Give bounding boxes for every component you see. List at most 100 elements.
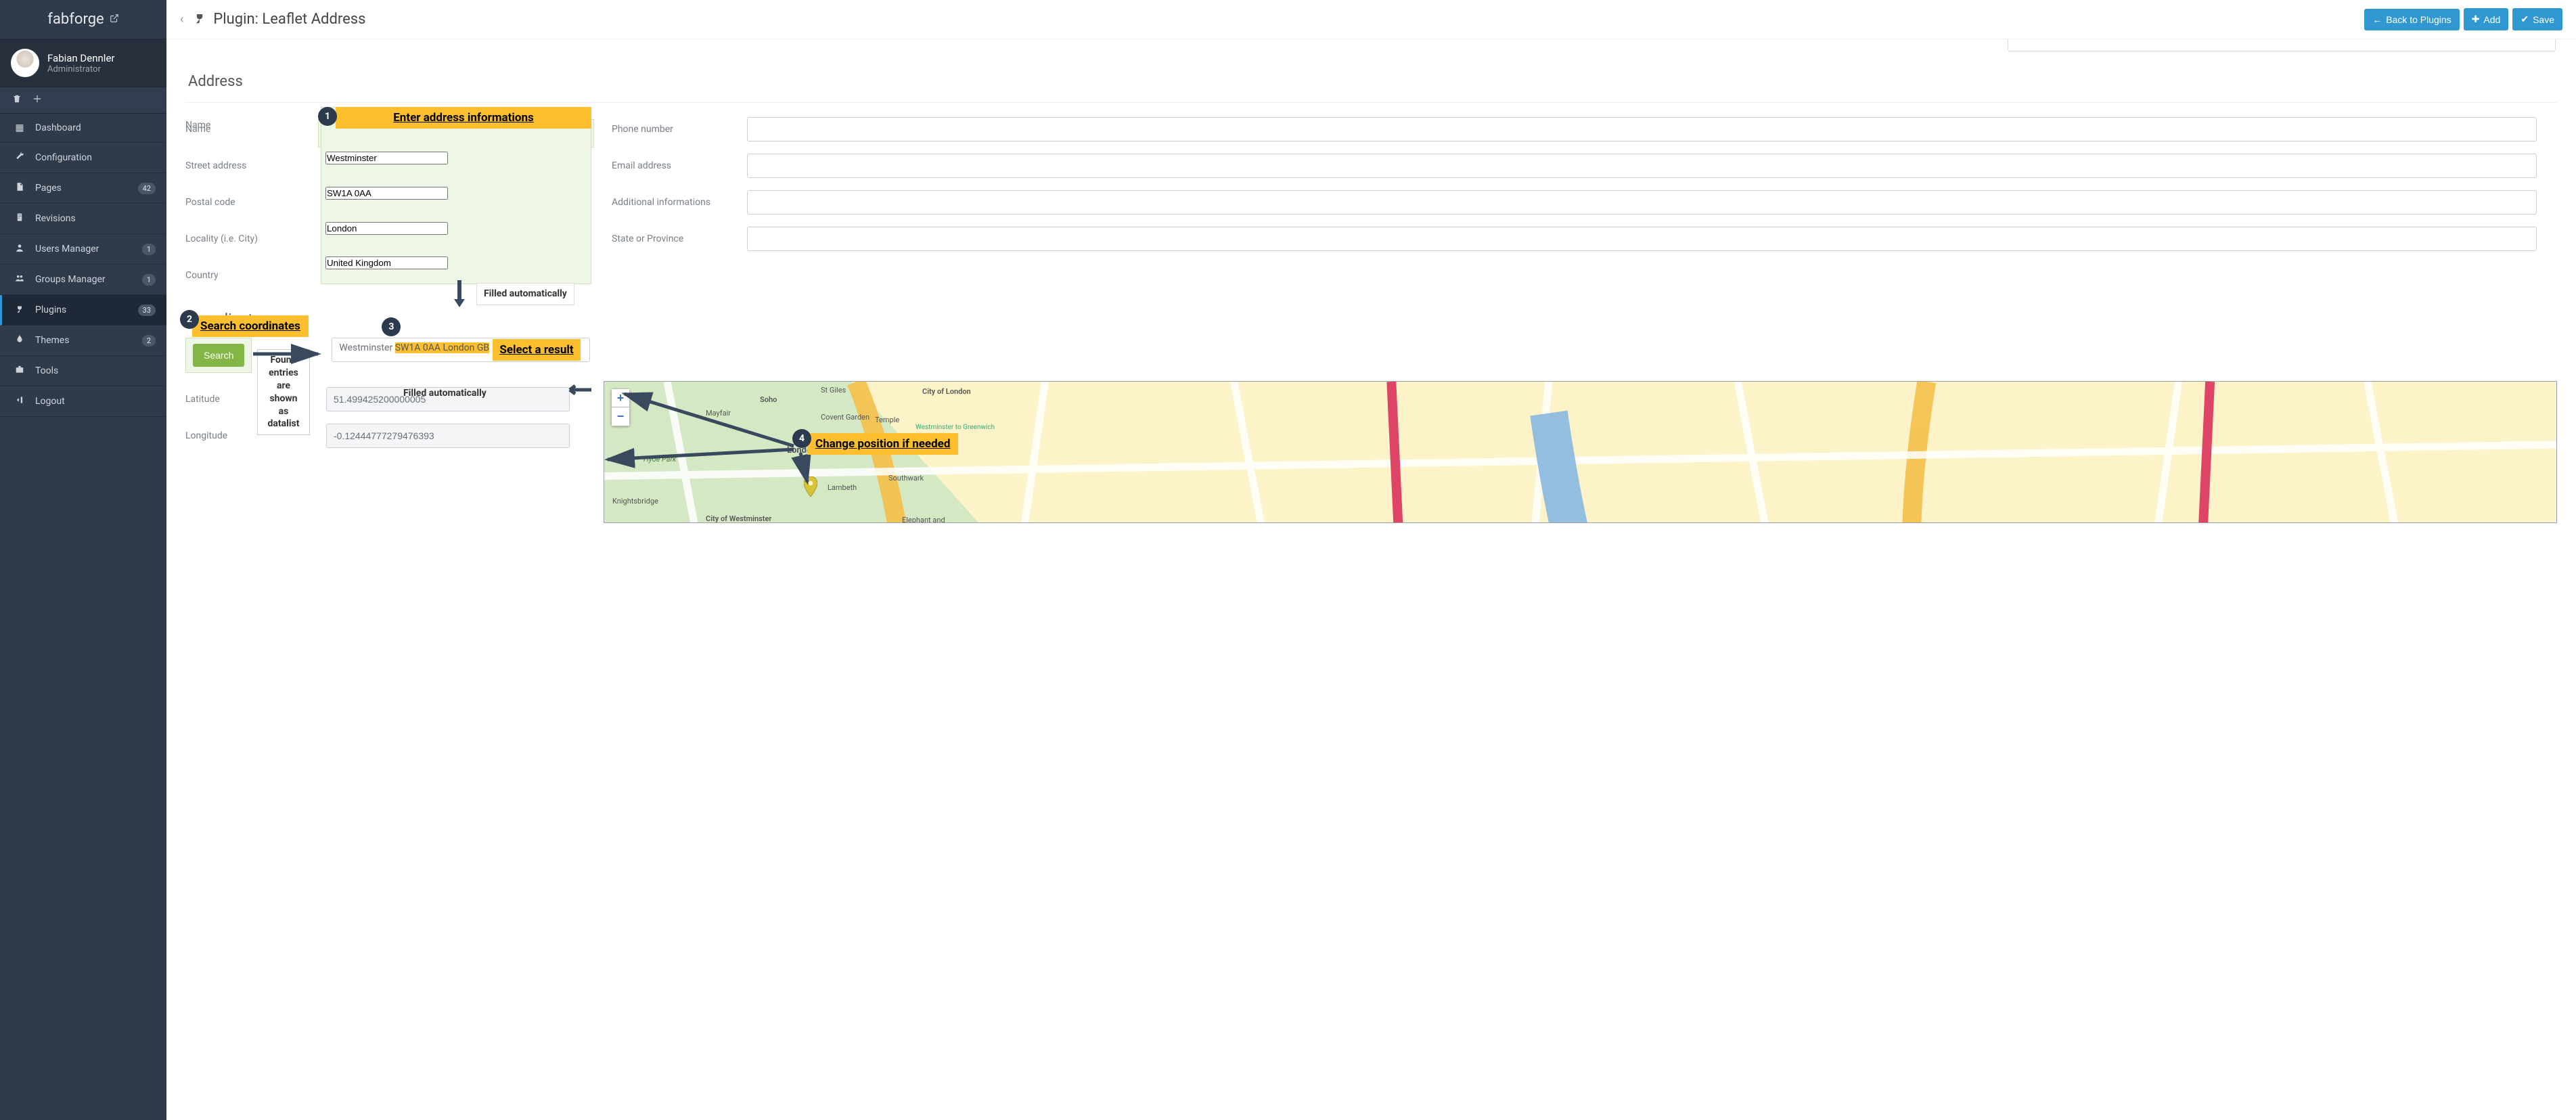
sidebar-item-groups[interactable]: Groups Manager 1 bbox=[0, 265, 166, 295]
sidebar-item-users[interactable]: Users Manager 1 bbox=[0, 234, 166, 265]
map-label: Covent Garden bbox=[821, 413, 869, 422]
callout-select-result: Select a result bbox=[493, 339, 580, 361]
note-filled-2: Filled automatically bbox=[397, 383, 493, 404]
grid-icon: ▦ bbox=[14, 122, 26, 133]
user-icon bbox=[14, 243, 26, 255]
badge: 33 bbox=[138, 305, 156, 316]
content: Address Name Name bbox=[166, 39, 2576, 1120]
logout-icon bbox=[14, 395, 26, 407]
nav: ▦ Dashboard Configuration Pages 42 Revis… bbox=[0, 114, 166, 417]
map-label: Westminster to Greenwich bbox=[916, 424, 995, 431]
trash-icon[interactable] bbox=[12, 94, 22, 106]
label-name: Name bbox=[185, 124, 321, 135]
map-label: City of Westminster bbox=[706, 514, 771, 523]
avatar bbox=[11, 49, 39, 77]
label-phone: Phone number bbox=[612, 124, 747, 135]
map-label: Knightsbridge bbox=[612, 497, 658, 506]
sidebar-item-label: Dashboard bbox=[35, 122, 81, 133]
badge: 1 bbox=[142, 274, 156, 286]
city-input[interactable] bbox=[325, 222, 448, 235]
tint-icon bbox=[14, 334, 26, 346]
save-button[interactable]: ✔ Save bbox=[2512, 8, 2562, 30]
sidebar-item-pages[interactable]: Pages 42 bbox=[0, 173, 166, 204]
map[interactable]: Mayfair Soho St Giles City of London Cov… bbox=[604, 381, 2557, 523]
badge: 42 bbox=[138, 183, 156, 194]
zoom-in-button[interactable]: + bbox=[611, 388, 630, 407]
state-input[interactable] bbox=[747, 227, 2537, 251]
note-found-entries: Found entries are shown as datalist bbox=[257, 349, 310, 435]
email-input[interactable] bbox=[747, 154, 2537, 178]
sidebar-item-revisions[interactable]: Revisions bbox=[0, 204, 166, 234]
map-label: Lambeth bbox=[828, 483, 857, 492]
mini-actions bbox=[0, 87, 166, 114]
callout-change-pos: Change position if needed bbox=[807, 433, 958, 455]
button-label: Back to Plugins bbox=[2386, 14, 2451, 25]
topbar: ‹ Plugin: Leaflet Address ← Back to Plug… bbox=[166, 0, 2576, 39]
brand[interactable]: fabforge bbox=[0, 0, 166, 39]
group-icon bbox=[14, 273, 26, 286]
country-select[interactable] bbox=[325, 256, 448, 269]
map-label: St Giles bbox=[821, 386, 846, 395]
page-title-text: Plugin: Leaflet Address bbox=[213, 11, 365, 28]
briefcase-icon bbox=[14, 365, 26, 377]
sidebar-item-label: Revisions bbox=[35, 213, 76, 224]
label-country: Country bbox=[185, 270, 321, 281]
zoom-out-button[interactable]: − bbox=[611, 407, 630, 426]
step-badge-1: 1 bbox=[318, 107, 337, 126]
coord-left: Latitude Longitude bbox=[185, 381, 590, 523]
map-label: Southwark bbox=[888, 474, 924, 483]
sidebar-item-tools[interactable]: Tools bbox=[0, 356, 166, 386]
label-street: Street address bbox=[185, 160, 321, 171]
sidebar-item-themes[interactable]: Themes 2 bbox=[0, 326, 166, 356]
map-marker[interactable] bbox=[804, 476, 817, 495]
sidebar-item-configuration[interactable]: Configuration bbox=[0, 143, 166, 173]
plug-icon bbox=[14, 304, 26, 316]
document-icon bbox=[14, 212, 26, 225]
postal-input[interactable] bbox=[325, 187, 448, 200]
plus-icon[interactable] bbox=[32, 94, 42, 106]
map-label: City of London bbox=[922, 387, 971, 396]
phone-input[interactable] bbox=[747, 117, 2537, 141]
map-label: Mayfair bbox=[706, 409, 731, 418]
zoom-control: + − bbox=[611, 388, 630, 426]
sidebar-item-dashboard[interactable]: ▦ Dashboard bbox=[0, 114, 166, 143]
lon-input[interactable] bbox=[326, 424, 570, 448]
step-badge-3: 3 bbox=[382, 317, 401, 336]
note-filled-1: Filled automatically bbox=[476, 283, 574, 305]
badge: 1 bbox=[142, 244, 156, 255]
section-address: Address bbox=[188, 73, 2557, 90]
user-role: Administrator bbox=[47, 64, 115, 74]
back-to-plugins-button[interactable]: ← Back to Plugins bbox=[2364, 9, 2460, 30]
street-input[interactable] bbox=[325, 152, 448, 164]
sidebar-item-label: Plugins bbox=[35, 305, 66, 315]
map-label: Soho bbox=[760, 395, 777, 404]
plug-icon bbox=[193, 11, 206, 28]
external-link-icon bbox=[110, 14, 119, 26]
sidebar-item-plugins[interactable]: Plugins 33 bbox=[0, 295, 166, 326]
chevron-left-icon[interactable]: ‹ bbox=[180, 12, 183, 26]
sidebar-item-logout[interactable]: Logout bbox=[0, 386, 166, 417]
label-email: Email address bbox=[612, 160, 747, 171]
main: ‹ Plugin: Leaflet Address ← Back to Plug… bbox=[166, 0, 2576, 1120]
check-icon: ✔ bbox=[2521, 14, 2529, 25]
button-label: Search bbox=[204, 350, 233, 361]
user-block: Fabian Dennler Administrator bbox=[0, 39, 166, 87]
result-prefix: Westminster bbox=[339, 342, 394, 353]
previous-input-partial[interactable] bbox=[2008, 39, 2556, 51]
add-button[interactable]: ✚ Add bbox=[2464, 8, 2509, 30]
button-label: Save bbox=[2533, 14, 2554, 25]
map-label: Temple bbox=[875, 416, 899, 424]
sidebar-item-label: Pages bbox=[35, 183, 62, 194]
sidebar-item-label: Configuration bbox=[35, 152, 92, 163]
badge: 2 bbox=[142, 335, 156, 346]
wrench-icon bbox=[14, 152, 26, 164]
brand-text: fabforge bbox=[47, 11, 104, 28]
sidebar-item-label: Logout bbox=[35, 396, 65, 407]
label-info: Additional informations bbox=[612, 197, 747, 208]
info-input[interactable] bbox=[747, 190, 2537, 215]
search-button[interactable]: Search bbox=[193, 344, 244, 367]
coordinates-section: Coordinates 2 Search coordinates Search bbox=[185, 311, 2557, 523]
page-title: Plugin: Leaflet Address bbox=[193, 11, 365, 28]
step-badge-2: 2 bbox=[180, 310, 199, 329]
step-badge-4: 4 bbox=[792, 429, 811, 448]
